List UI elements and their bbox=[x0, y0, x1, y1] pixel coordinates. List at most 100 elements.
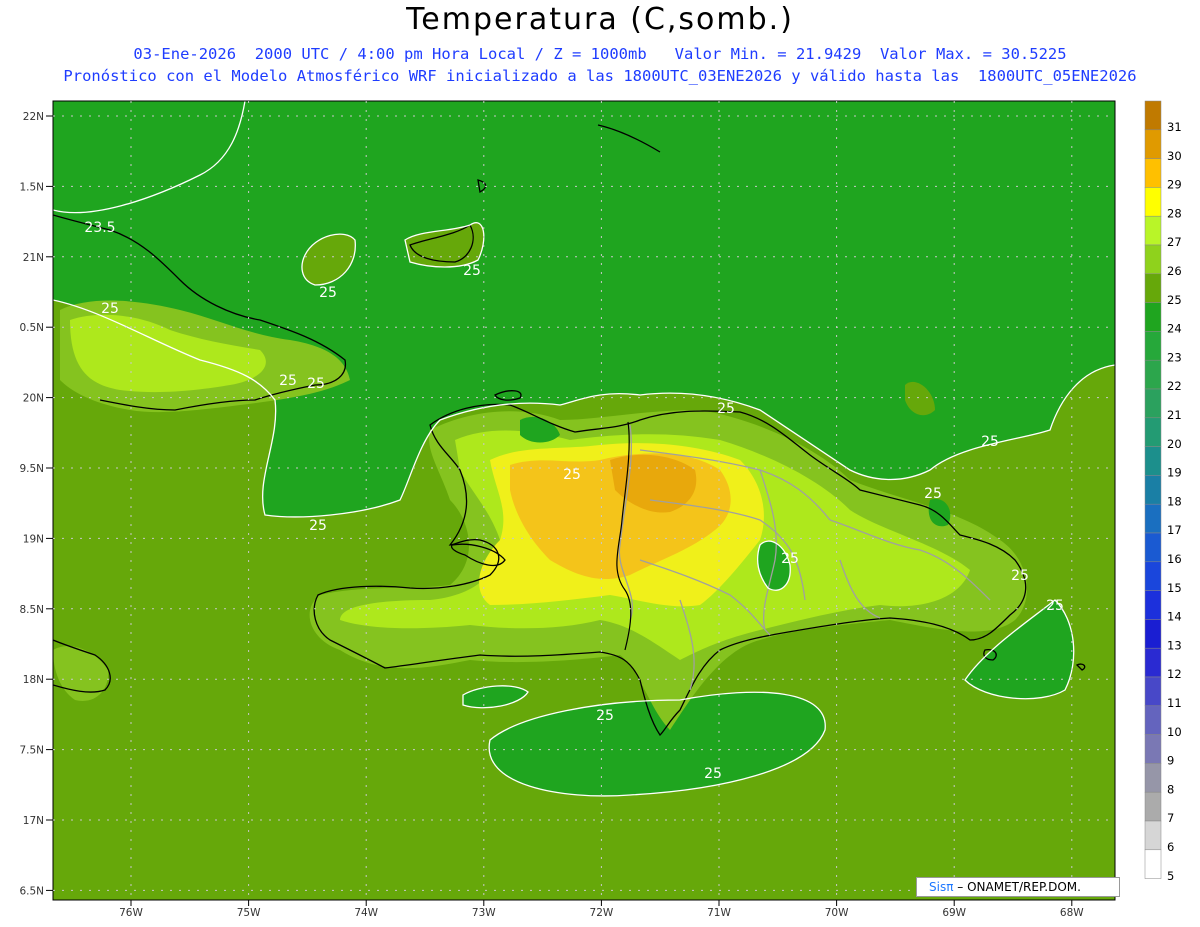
colorbar-label: 21 bbox=[1167, 408, 1182, 422]
colorbar-label: 19 bbox=[1167, 466, 1182, 480]
colorbar-swatch bbox=[1144, 647, 1162, 678]
colorbar-label: 26 bbox=[1167, 264, 1182, 278]
colorbar-label: 24 bbox=[1167, 322, 1182, 336]
colorbar-label: 10 bbox=[1167, 725, 1182, 739]
colorbar-label: 28 bbox=[1167, 206, 1182, 220]
colorbar-label: 6 bbox=[1167, 840, 1174, 854]
contour-label: 25 bbox=[279, 373, 297, 389]
contour-label: 23.5 bbox=[84, 220, 115, 236]
colorbar-label: 5 bbox=[1167, 869, 1174, 883]
contour-label: 25 bbox=[717, 401, 735, 417]
colorbar-label: 30 bbox=[1167, 149, 1182, 163]
colorbar-label: 31 bbox=[1167, 120, 1182, 134]
colorbar-swatch bbox=[1144, 676, 1162, 707]
contour-label: 25 bbox=[309, 518, 327, 534]
credit-text: – ONAMET/REP.DOM. bbox=[957, 880, 1081, 894]
colorbar-swatch bbox=[1144, 158, 1162, 188]
colorbar-label: 7 bbox=[1167, 811, 1174, 825]
colorbar-label: 14 bbox=[1167, 610, 1182, 624]
map-title: Temperatura (C,somb.) bbox=[406, 2, 794, 37]
colorbar-swatch bbox=[1144, 302, 1162, 332]
colorbar-swatch bbox=[1144, 561, 1162, 591]
contour-label: 25 bbox=[1046, 598, 1064, 614]
colorbar-swatch bbox=[1144, 820, 1162, 851]
lat-label: 18N bbox=[23, 674, 44, 686]
colorbar-swatch bbox=[1144, 129, 1162, 159]
colorbar-swatch bbox=[1144, 763, 1162, 793]
lat-label: 7.5N bbox=[19, 745, 44, 757]
contour-label: 25 bbox=[1011, 568, 1029, 584]
colorbar-label: 11 bbox=[1167, 696, 1182, 710]
lat-label: 17N bbox=[23, 815, 44, 827]
lat-label: 9.5N bbox=[19, 463, 44, 475]
lon-label: 71W bbox=[707, 907, 731, 919]
colorbar-swatch bbox=[1144, 359, 1162, 390]
colorbar-label: 17 bbox=[1167, 523, 1182, 537]
lat-label: 6.5N bbox=[19, 885, 44, 897]
colorbar-label: 8 bbox=[1167, 782, 1174, 796]
lon-label: 68W bbox=[1060, 907, 1084, 919]
lat-label: 8.5N bbox=[19, 604, 44, 616]
colorbar-swatch bbox=[1144, 849, 1162, 879]
map-subtitle-time: 03-Ene-2026 2000 UTC / 4:00 pm Hora Loca… bbox=[133, 45, 1067, 63]
colorbar-label: 16 bbox=[1167, 552, 1182, 566]
lat-label: 0.5N bbox=[19, 322, 44, 334]
colorbar-label: 23 bbox=[1167, 350, 1182, 364]
contour-label: 25 bbox=[596, 708, 614, 724]
latitude-labels: 22N 1.5N 21N 0.5N 20N 9.5N 19N 8.5N 18N 7.5N 17N 6.… bbox=[19, 111, 53, 897]
lon-label: 75W bbox=[237, 907, 261, 919]
colorbar-label: 29 bbox=[1167, 178, 1182, 192]
colorbar-swatch bbox=[1144, 503, 1162, 534]
forecast-map: 23.5 25 25 25 25 25 25 25 25 25 25 25 25 25 25 25 22N 1.… bbox=[19, 100, 1182, 919]
credit-brand: Sisπ bbox=[929, 880, 954, 894]
colorbar-label: 9 bbox=[1167, 754, 1174, 768]
colorbar-swatch bbox=[1144, 187, 1162, 217]
lat-label: 1.5N bbox=[19, 181, 44, 193]
colorbar-label: 20 bbox=[1167, 437, 1182, 451]
map-subtitle-model: Pronóstico con el Modelo Atmosférico WRF… bbox=[63, 67, 1137, 85]
contour-label: 25 bbox=[463, 263, 481, 279]
colorbar-label: 18 bbox=[1167, 494, 1182, 508]
lon-label: 70W bbox=[825, 907, 849, 919]
colorbar: 31 30 29 28 27 26 25 24 23 22 21 20 19 18 17 16 15 14 13 12… bbox=[1144, 100, 1182, 883]
longitude-labels: 76W 75W 74W 73W 72W 71W 70W 69W 68W bbox=[119, 900, 1084, 919]
colorbar-swatch bbox=[1144, 475, 1162, 505]
colorbar-swatch bbox=[1144, 791, 1162, 822]
lon-label: 76W bbox=[119, 907, 143, 919]
colorbar-label: 25 bbox=[1167, 293, 1182, 307]
contour-label: 25 bbox=[307, 376, 325, 392]
contour-label: 25 bbox=[101, 301, 119, 317]
colorbar-swatch bbox=[1144, 100, 1162, 131]
colorbar-swatch bbox=[1144, 734, 1162, 764]
contour-label: 25 bbox=[781, 551, 799, 567]
colorbar-label: 27 bbox=[1167, 235, 1182, 249]
lon-label: 69W bbox=[942, 907, 966, 919]
colorbar-swatch bbox=[1144, 446, 1162, 476]
lat-label: 20N bbox=[23, 393, 44, 405]
colorbar-label: 15 bbox=[1167, 581, 1182, 595]
lat-label: 22N bbox=[23, 111, 44, 123]
contour-label: 25 bbox=[981, 434, 999, 450]
lat-label: 19N bbox=[23, 533, 44, 545]
colorbar-swatch bbox=[1144, 532, 1162, 563]
lat-label: 21N bbox=[23, 252, 44, 264]
contour-label: 25 bbox=[563, 467, 581, 483]
colorbar-swatch bbox=[1144, 273, 1162, 303]
colorbar-label: 12 bbox=[1167, 667, 1182, 681]
colorbar-label: 13 bbox=[1167, 638, 1182, 652]
contour-label: 25 bbox=[924, 486, 942, 502]
map-field: 23.525252525 2525252525252525252525 bbox=[53, 101, 1115, 900]
colorbar-swatch bbox=[1144, 388, 1162, 419]
lon-label: 74W bbox=[354, 907, 378, 919]
colorbar-swatch bbox=[1144, 244, 1162, 275]
lon-label: 72W bbox=[590, 907, 614, 919]
credit-box: Sisπ – ONAMET/REP.DOM. bbox=[916, 877, 1120, 897]
colorbar-swatch bbox=[1144, 417, 1162, 447]
lon-label: 73W bbox=[472, 907, 496, 919]
colorbar-swatch bbox=[1144, 331, 1162, 361]
colorbar-swatch bbox=[1144, 619, 1162, 649]
contour-label: 25 bbox=[319, 285, 337, 301]
colorbar-label: 22 bbox=[1167, 379, 1182, 393]
colorbar-swatch bbox=[1144, 215, 1162, 246]
colorbar-swatch bbox=[1144, 590, 1162, 620]
